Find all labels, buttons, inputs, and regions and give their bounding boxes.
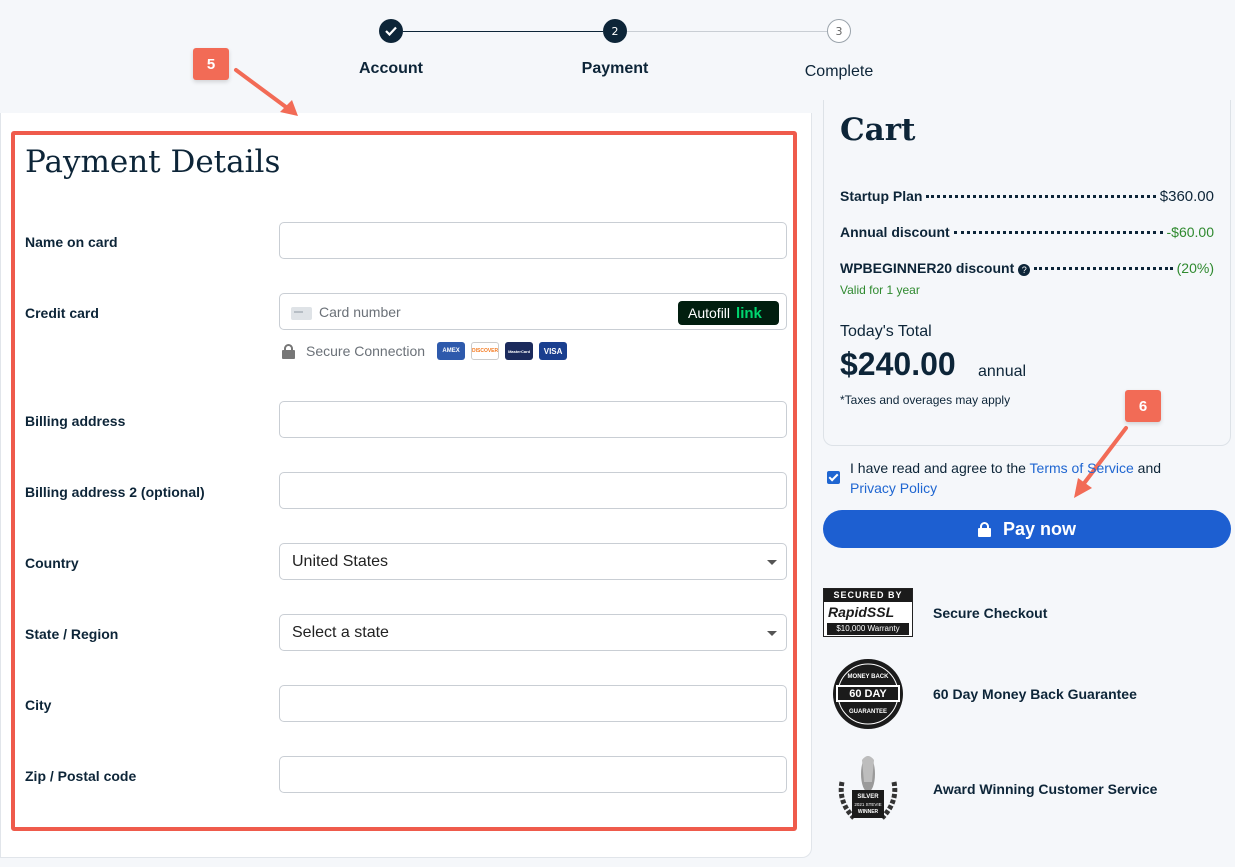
step-connector-pending	[627, 31, 827, 32]
pay-now-label: Pay now	[1003, 519, 1076, 540]
mastercard-logo: MasterCard	[505, 342, 533, 360]
money-back-seal-icon: 60 DAY MONEY BACK GUARANTEE	[832, 658, 904, 730]
callout-arrow-5	[228, 60, 308, 126]
name-on-card-input[interactable]	[279, 222, 787, 259]
credit-card-icon	[291, 307, 312, 320]
agree-prefix: I have read and agree to the	[850, 460, 1030, 476]
todays-total-label: Today's Total	[840, 323, 932, 341]
zip-input[interactable]	[279, 756, 787, 793]
rapidssl-warranty-text: $10,000 Warranty	[827, 623, 909, 635]
terms-of-service-link[interactable]: Terms of Service	[1030, 460, 1134, 476]
callout-badge-6: 6	[1125, 390, 1161, 422]
state-selected-value: Select a state	[292, 624, 389, 642]
zip-label: Zip / Postal code	[25, 768, 136, 784]
credit-card-label: Credit card	[25, 305, 99, 321]
autofill-label: Autofill	[688, 305, 730, 321]
callout-badge-5: 5	[193, 48, 229, 80]
visa-logo: VISA	[539, 342, 567, 360]
agree-terms-text: I have read and agree to the Terms of Se…	[850, 458, 1210, 498]
cart-line-coupon-discount: WPBEGINNER20 discount ? (20%)	[840, 260, 1214, 276]
rapidssl-badge-logo: SECURED BY RapidSSL $10,000 Warranty	[823, 588, 913, 637]
cart-line-label: Annual discount	[840, 224, 950, 240]
city-input[interactable]	[279, 685, 787, 722]
link-brand-logo: link	[736, 305, 762, 322]
billing-address-2-input[interactable]	[279, 472, 787, 509]
stevie-award-icon: SILVER 2021 STEVIE WINNER	[832, 752, 904, 824]
rapidssl-brand-text: RapidSSL	[824, 602, 912, 623]
cart-line-label: Startup Plan	[840, 188, 922, 204]
country-select[interactable]: United States	[279, 543, 787, 580]
secure-connection-text: Secure Connection	[306, 343, 425, 359]
question-icon[interactable]: ?	[1018, 264, 1030, 276]
step-account-label: Account	[311, 60, 471, 78]
cart-line-annual-discount: Annual discount -$60.00	[840, 224, 1214, 240]
secure-connection-row: Secure Connection AMEX DISCOVER MasterCa…	[282, 342, 567, 360]
step-account-checkmark-icon	[379, 19, 403, 43]
cart-line-label: WPBEGINNER20 discount	[840, 260, 1014, 276]
step-connector-done	[403, 31, 603, 32]
billing-period: annual	[978, 363, 1026, 381]
coupon-validity-note: Valid for 1 year	[840, 283, 920, 297]
agree-terms-checkbox[interactable]	[827, 471, 840, 484]
cart-line-startup-plan: Startup Plan $360.00	[840, 188, 1214, 205]
cart-title: Cart	[840, 112, 915, 148]
country-label: Country	[25, 555, 79, 571]
award-winning-service-text: Award Winning Customer Service	[933, 781, 1157, 797]
card-number-placeholder: Card number	[319, 304, 401, 320]
total-amount: $240.00	[840, 346, 956, 383]
step-complete-label: Complete	[759, 63, 919, 81]
secure-checkout-text: Secure Checkout	[933, 605, 1047, 621]
caret-down-icon	[767, 560, 777, 565]
seal-bottom-text: GUARANTEE	[849, 709, 887, 715]
country-selected-value: United States	[292, 553, 388, 571]
dotted-leader	[926, 195, 1155, 198]
billing-address-input[interactable]	[279, 401, 787, 438]
stevie-top-text: SILVER	[857, 794, 879, 800]
step-complete-number: 3	[827, 19, 851, 43]
discover-logo: DISCOVER	[471, 342, 499, 360]
taxes-note: *Taxes and overages may apply	[840, 393, 1010, 407]
stevie-bottom-text: WINNER	[858, 809, 879, 815]
cart-line-amount: $360.00	[1160, 188, 1214, 205]
privacy-policy-link[interactable]: Privacy Policy	[850, 480, 937, 496]
amex-logo: AMEX	[437, 342, 465, 360]
state-region-label: State / Region	[25, 626, 118, 642]
cart-line-amount: -$60.00	[1167, 224, 1214, 240]
dotted-leader	[1034, 267, 1172, 270]
billing-address-2-label: Billing address 2 (optional)	[25, 484, 205, 500]
pay-now-button[interactable]: Pay now	[823, 510, 1231, 548]
billing-address-label: Billing address	[25, 413, 125, 429]
seal-main-text: 60 DAY	[849, 688, 887, 700]
name-on-card-label: Name on card	[25, 234, 118, 250]
payment-details-title: Payment Details	[25, 144, 280, 180]
card-number-input[interactable]: Card number Autofill link	[279, 293, 787, 330]
lock-icon	[282, 344, 295, 359]
step-payment-label: Payment	[535, 60, 695, 78]
seal-top-text: MONEY BACK	[848, 674, 890, 680]
agree-middle: and	[1134, 460, 1161, 476]
dotted-leader	[954, 231, 1163, 234]
money-back-guarantee-text: 60 Day Money Back Guarantee	[933, 686, 1137, 702]
autofill-link-button[interactable]: Autofill link	[678, 301, 779, 325]
lock-icon	[978, 522, 991, 537]
rapidssl-top-text: SECURED BY	[824, 589, 912, 602]
cart-line-amount: (20%)	[1177, 260, 1214, 276]
step-payment-number: 2	[603, 19, 627, 43]
state-select[interactable]: Select a state	[279, 614, 787, 651]
city-label: City	[25, 697, 51, 713]
caret-down-icon	[767, 631, 777, 636]
stevie-mid-text: 2021 STEVIE	[854, 802, 881, 807]
